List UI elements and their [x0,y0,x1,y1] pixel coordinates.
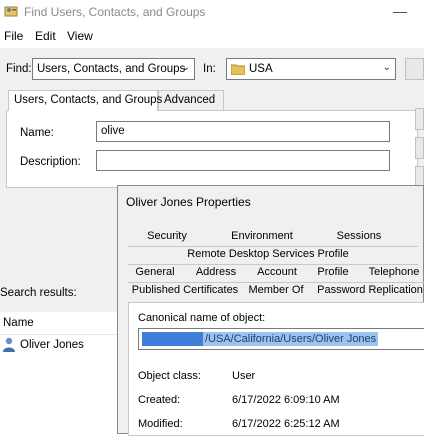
result-name: Oliver Jones [20,339,84,351]
modified-value: 6/17/2022 6:25:12 AM [232,418,340,430]
find-label: Find: [6,63,32,75]
created-value: 6/17/2022 6:09:10 AM [232,394,340,406]
stop-button[interactable] [415,137,424,159]
tab-users-contacts-groups[interactable]: Users, Contacts, and Groups [8,90,162,111]
description-field[interactable] [96,150,390,171]
tab-environment[interactable]: Environment [222,230,302,242]
chevron-down-icon: ⌄ [181,62,190,73]
menu-edit[interactable]: Edit [35,29,56,43]
tab-row-divider [128,246,418,247]
tab-row-divider [128,264,418,265]
object-class-label: Object class: [138,370,201,382]
tab-address[interactable]: Address [190,266,242,278]
window-title: Find Users, Contacts, and Groups [24,5,206,19]
name-field-value: olive [101,125,125,137]
table-row[interactable]: Oliver Jones [2,336,118,354]
tab-member-of[interactable]: Member Of [246,284,306,296]
properties-title: Oliver Jones Properties [126,195,251,209]
app-icon [4,4,18,18]
tab-advanced[interactable]: Advanced [158,90,224,110]
results-list[interactable]: Name Oliver Jones [0,312,118,434]
header-divider [0,334,118,335]
folder-icon [230,63,246,78]
tab-password-replication[interactable]: Password Replication [316,284,424,296]
in-select-value: USA [249,63,273,75]
clear-all-button[interactable] [415,166,424,186]
name-field[interactable]: olive [96,121,390,142]
tab-profile[interactable]: Profile [312,266,354,278]
menu-bar: File Edit View [0,26,424,46]
tab-row-divider [128,282,424,283]
find-select-value: Users, Contacts, and Groups [37,63,186,75]
tab-account[interactable]: Account [252,266,302,278]
name-label: Name: [20,127,54,139]
canonical-label: Canonical name of object: [138,312,266,324]
canonical-name-field[interactable]: /USA/California/Users/Oliver Jones [138,328,424,350]
tab-remote-desktop-profile[interactable]: Remote Desktop Services Profile [148,248,388,260]
menu-view[interactable]: View [67,29,93,43]
menu-file[interactable]: File [4,29,23,43]
search-results-label: Search results: [0,287,77,299]
modified-label: Modified: [138,418,183,430]
browse-button[interactable] [405,58,424,80]
description-label: Description: [20,156,81,168]
tab-security[interactable]: Security [140,230,194,242]
find-now-button[interactable] [415,108,424,130]
canonical-name-value: /USA/California/Users/Oliver Jones [203,332,379,346]
tab-published-certificates[interactable]: Published Certificates [130,284,240,296]
minimize-icon[interactable]: — [390,3,410,19]
redacted-domain [142,332,204,346]
in-select[interactable]: USA ⌄ [226,58,396,80]
tab-general[interactable]: General [132,266,178,278]
chevron-down-icon: ⌄ [382,62,391,73]
column-header-name[interactable]: Name [3,317,34,329]
title-bar: Find Users, Contacts, and Groups — [0,0,424,26]
created-label: Created: [138,394,181,406]
tab-sessions[interactable]: Sessions [326,230,392,242]
object-class-value: User [232,370,256,382]
find-select[interactable]: Users, Contacts, and Groups ⌄ [32,58,195,80]
properties-dialog: Oliver Jones Properties Security Environ… [117,185,424,436]
user-icon [2,337,16,355]
in-label: In: [203,63,216,75]
tab-telephone[interactable]: Telephone [364,266,424,278]
